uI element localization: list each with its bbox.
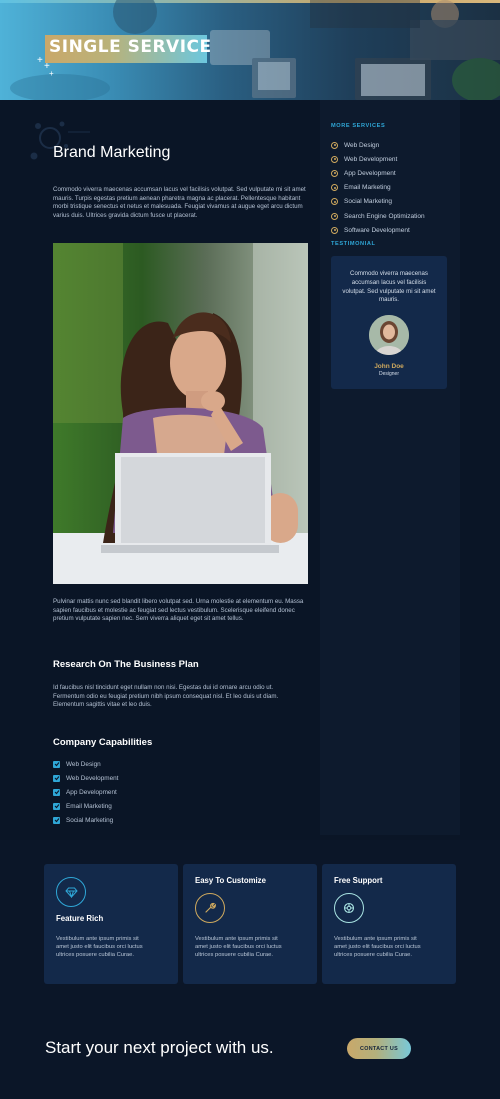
feature-title: Feature Rich bbox=[56, 914, 104, 923]
capabilities-heading: Company Capabilities bbox=[53, 737, 153, 748]
service-link-social-marketing[interactable]: Social Marketing bbox=[331, 195, 425, 209]
service-label: Software Development bbox=[344, 226, 410, 234]
feature-title: Easy To Customize bbox=[195, 876, 266, 885]
service-label: Search Engine Optimization bbox=[344, 212, 425, 220]
checkbox-icon bbox=[53, 816, 60, 824]
bullet-icon bbox=[331, 212, 338, 220]
feature-text: Vestibulum ante ipsum primis sit amet ju… bbox=[56, 936, 143, 959]
service-label: App Development bbox=[344, 169, 396, 177]
wrench-icon bbox=[195, 893, 225, 923]
avatar bbox=[369, 315, 409, 355]
checkbox-icon bbox=[53, 788, 60, 796]
sparkle-icon: + bbox=[37, 55, 43, 66]
testimonial-role: Designer bbox=[378, 371, 399, 377]
diamond-icon bbox=[56, 877, 86, 907]
woman-laptop-photo bbox=[53, 243, 308, 584]
bullet-icon bbox=[331, 184, 338, 192]
capability-label: Social Marketing bbox=[66, 816, 114, 824]
list-item: Web Development bbox=[53, 771, 118, 785]
body-paragraph: Pulvinar mattis nunc sed blandit libero … bbox=[53, 598, 304, 623]
more-services-label: MORE SERVICES bbox=[331, 123, 386, 129]
list-item: App Development bbox=[53, 785, 118, 799]
testimonial-quote: Commodo viverra maecenas accumsan lacus … bbox=[342, 270, 436, 304]
capability-label: Web Design bbox=[66, 760, 101, 768]
testimonial-label: TESTIMONIAL bbox=[331, 241, 376, 247]
capability-label: Email Marketing bbox=[66, 802, 112, 810]
bullet-icon bbox=[331, 141, 338, 149]
checkbox-icon bbox=[53, 802, 60, 810]
testimonial-name: John Doe bbox=[374, 363, 404, 370]
bullet-icon bbox=[331, 226, 338, 234]
service-label: Web Development bbox=[344, 155, 398, 163]
service-label: Social Marketing bbox=[344, 198, 393, 206]
service-link-email-marketing[interactable]: Email Marketing bbox=[331, 181, 425, 195]
sparkle-icon: + bbox=[49, 69, 54, 78]
feature-title: Free Support bbox=[334, 876, 383, 885]
feature-text: Vestibulum ante ipsum primis sit amet ju… bbox=[195, 936, 282, 959]
intro-paragraph: Commodo viverra maecenas accumsan lacus … bbox=[53, 186, 306, 219]
section-title: Brand Marketing bbox=[53, 144, 171, 161]
feature-card-feature-rich: Feature Rich Vestibulum ante ipsum primi… bbox=[44, 864, 178, 984]
feature-card-easy-to-customize: Easy To Customize Vestibulum ante ipsum … bbox=[183, 864, 317, 984]
service-link-app-development[interactable]: App Development bbox=[331, 166, 425, 180]
page-title: SINGLE SERVICE bbox=[49, 37, 212, 57]
checkbox-icon bbox=[53, 760, 60, 768]
list-item: Social Marketing bbox=[53, 813, 118, 827]
checkbox-icon bbox=[53, 774, 60, 782]
research-paragraph: Id faucibus nisl tincidunt eget nullam n… bbox=[53, 684, 279, 709]
service-link-seo[interactable]: Search Engine Optimization bbox=[331, 209, 425, 223]
bullet-icon bbox=[331, 198, 338, 206]
capabilities-list: Web Design Web Development App Developme… bbox=[53, 757, 118, 827]
list-item: Web Design bbox=[53, 757, 118, 771]
research-heading: Research On The Business Plan bbox=[53, 659, 199, 670]
feature-text: Vestibulum ante ipsum primis sit amet ju… bbox=[334, 936, 421, 959]
service-label: Email Marketing bbox=[344, 184, 391, 192]
service-link-software-development[interactable]: Software Development bbox=[331, 223, 425, 237]
service-label: Web Design bbox=[344, 141, 380, 149]
service-link-web-development[interactable]: Web Development bbox=[331, 152, 425, 166]
service-link-web-design[interactable]: Web Design bbox=[331, 138, 425, 152]
bullet-icon bbox=[331, 155, 338, 163]
services-list: Web Design Web Development App Developme… bbox=[331, 138, 425, 237]
support-icon bbox=[334, 893, 364, 923]
capability-label: Web Development bbox=[66, 774, 119, 782]
bullet-icon bbox=[331, 169, 338, 177]
list-item: Email Marketing bbox=[53, 799, 118, 813]
capability-label: App Development bbox=[66, 788, 117, 796]
cta-heading: Start your next project with us. bbox=[45, 1038, 274, 1057]
hero-banner: SINGLE SERVICE + + + bbox=[0, 0, 500, 100]
feature-card-free-support: Free Support Vestibulum ante ipsum primi… bbox=[322, 864, 456, 984]
contact-us-button[interactable]: CONTACT US bbox=[347, 1038, 411, 1059]
